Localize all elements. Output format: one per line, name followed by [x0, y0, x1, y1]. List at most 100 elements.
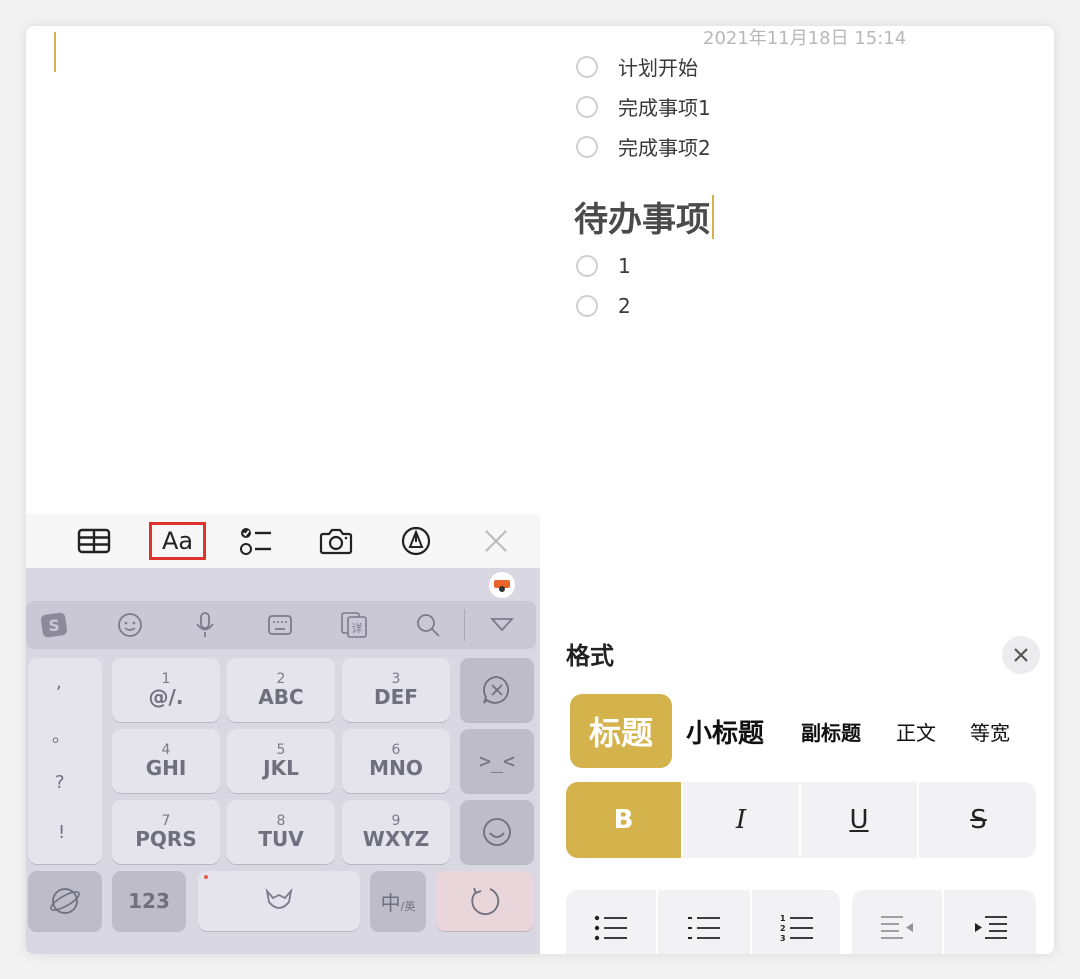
format-close-button[interactable]	[1002, 636, 1040, 674]
underline-button[interactable]: U	[799, 782, 917, 858]
indent-icon	[975, 916, 1007, 939]
sogou-keyboard: S 详 , 。 ? ! 1 @/. 2 ABC 3 DEF 4 GHI 5 JK…	[26, 568, 540, 954]
checklist-item[interactable]: 完成事项1	[576, 92, 711, 121]
checklist-item-label: 2	[618, 294, 631, 318]
bulleted-list-button[interactable]	[566, 890, 656, 954]
key-3[interactable]: 3 DEF	[342, 658, 450, 722]
checklist-item[interactable]: 2	[576, 294, 631, 318]
punctuation-key[interactable]: ?	[55, 772, 65, 793]
bold-button[interactable]: B	[566, 782, 681, 858]
key-8[interactable]: 8 TUV	[227, 800, 335, 864]
checkbox-circle[interactable]	[576, 135, 598, 158]
fox-icon	[265, 888, 293, 909]
indicator-dot	[204, 875, 208, 879]
punctuation-key[interactable]: !	[58, 822, 65, 843]
format-button[interactable]: Aa	[149, 522, 206, 560]
style-body-button[interactable]: 正文	[896, 694, 936, 768]
return-key[interactable]	[436, 871, 534, 931]
microphone-icon[interactable]	[191, 611, 219, 639]
svg-text:2: 2	[780, 924, 786, 933]
camera-icon[interactable]	[318, 522, 354, 560]
key-9[interactable]: 9 WXYZ	[342, 800, 450, 864]
dashed-list-button[interactable]	[656, 890, 750, 954]
dashed-list-icon	[688, 917, 720, 939]
numbered-list-icon: 123	[780, 914, 813, 943]
note-date: 2021年11月18日 15:14	[703, 28, 907, 49]
key-7[interactable]: 7 PQRS	[112, 800, 220, 864]
checklist-item[interactable]: 完成事项2	[576, 132, 711, 161]
text-style-row: B I U S	[566, 782, 1036, 858]
punctuation-key[interactable]: 。	[52, 722, 70, 748]
collapse-keyboard-icon[interactable]	[488, 611, 516, 639]
checkbox-circle[interactable]	[576, 295, 598, 317]
note-heading[interactable]: 待办事项	[574, 192, 714, 241]
globe-icon	[50, 888, 80, 914]
checkbox-circle[interactable]	[576, 255, 598, 277]
checklist-item[interactable]: 计划开始	[576, 52, 698, 81]
globe-key[interactable]	[28, 871, 102, 931]
delete-icon	[483, 676, 510, 704]
bulleted-list-icon	[594, 915, 627, 941]
outdent-icon	[881, 916, 913, 939]
key-5[interactable]: 5 JKL	[227, 729, 335, 793]
numbers-key[interactable]: 123	[112, 871, 186, 931]
key-1[interactable]: 1 @/.	[112, 658, 220, 722]
checkbox-circle[interactable]	[576, 55, 598, 78]
return-icon	[471, 887, 500, 915]
format-panel: 格式 标题 小标题 副标题 正文 等宽 B I U S 123	[540, 620, 1054, 954]
indent-button[interactable]	[942, 890, 1036, 954]
smile-icon	[483, 818, 511, 846]
text-caret	[712, 194, 714, 239]
language-switch-key[interactable]: 中/英	[370, 871, 426, 931]
key-2[interactable]: 2 ABC	[227, 658, 335, 722]
indent-row	[852, 890, 1036, 954]
style-title-button[interactable]: 标题	[570, 694, 672, 768]
key-4[interactable]: 4 GHI	[112, 729, 220, 793]
note-toolbar: Aa	[26, 514, 540, 568]
clipboard-icon[interactable]: 详	[340, 611, 368, 639]
keyboard-candidate-bar: S 详	[26, 601, 536, 649]
delete-key[interactable]	[460, 658, 534, 722]
text-caret	[54, 32, 56, 72]
checklist-icon[interactable]	[238, 522, 274, 560]
note-heading-text: 待办事项	[574, 200, 710, 240]
style-subheading-button[interactable]: 副标题	[801, 694, 861, 768]
punctuation-key[interactable]: ,	[56, 672, 62, 693]
search-icon[interactable]	[414, 611, 442, 639]
style-monospace-button[interactable]: 等宽	[970, 694, 1010, 768]
close-icon[interactable]	[478, 522, 514, 560]
checklist-item-label: 计划开始	[618, 56, 698, 80]
emoji-key[interactable]	[460, 800, 534, 864]
key-6[interactable]: 6 MNO	[342, 729, 450, 793]
emoticon-key[interactable]: >_<	[460, 729, 534, 793]
svg-text:3: 3	[780, 934, 786, 943]
close-icon	[1014, 648, 1028, 662]
strikethrough-button[interactable]: S	[917, 782, 1036, 858]
list-style-row: 123	[566, 890, 840, 954]
checklist-item-label: 1	[618, 254, 631, 278]
bar-divider	[464, 609, 465, 641]
sogou-logo-icon[interactable]: S	[40, 611, 68, 639]
svg-text:S: S	[48, 616, 59, 635]
punctuation-column[interactable]: , 。 ? !	[28, 658, 102, 864]
keyboard-switch-icon[interactable]	[266, 611, 294, 639]
mascot-icon[interactable]	[489, 572, 515, 598]
checklist-item[interactable]: 1	[576, 254, 631, 278]
note-left-pane[interactable]	[26, 26, 540, 514]
numbered-list-button[interactable]: 123	[750, 890, 840, 954]
style-heading-button[interactable]: 小标题	[686, 694, 764, 768]
italic-button[interactable]: I	[681, 782, 799, 858]
emoji-icon[interactable]	[116, 611, 144, 639]
checklist-item-label: 完成事项2	[618, 136, 711, 160]
outdent-button[interactable]	[852, 890, 942, 954]
svg-text:详: 详	[352, 621, 363, 635]
format-panel-title: 格式	[566, 642, 614, 670]
markup-icon[interactable]	[398, 522, 434, 560]
checkbox-circle[interactable]	[576, 95, 598, 118]
table-icon[interactable]	[76, 522, 112, 560]
notes-window: 2021年11月18日 15:14 计划开始 完成事项1 完成事项2 待办事项 …	[26, 26, 1054, 954]
keyboard-top-strip	[26, 568, 540, 600]
checklist-item-label: 完成事项1	[618, 96, 711, 120]
space-key[interactable]	[198, 871, 360, 931]
svg-text:1: 1	[780, 914, 786, 923]
